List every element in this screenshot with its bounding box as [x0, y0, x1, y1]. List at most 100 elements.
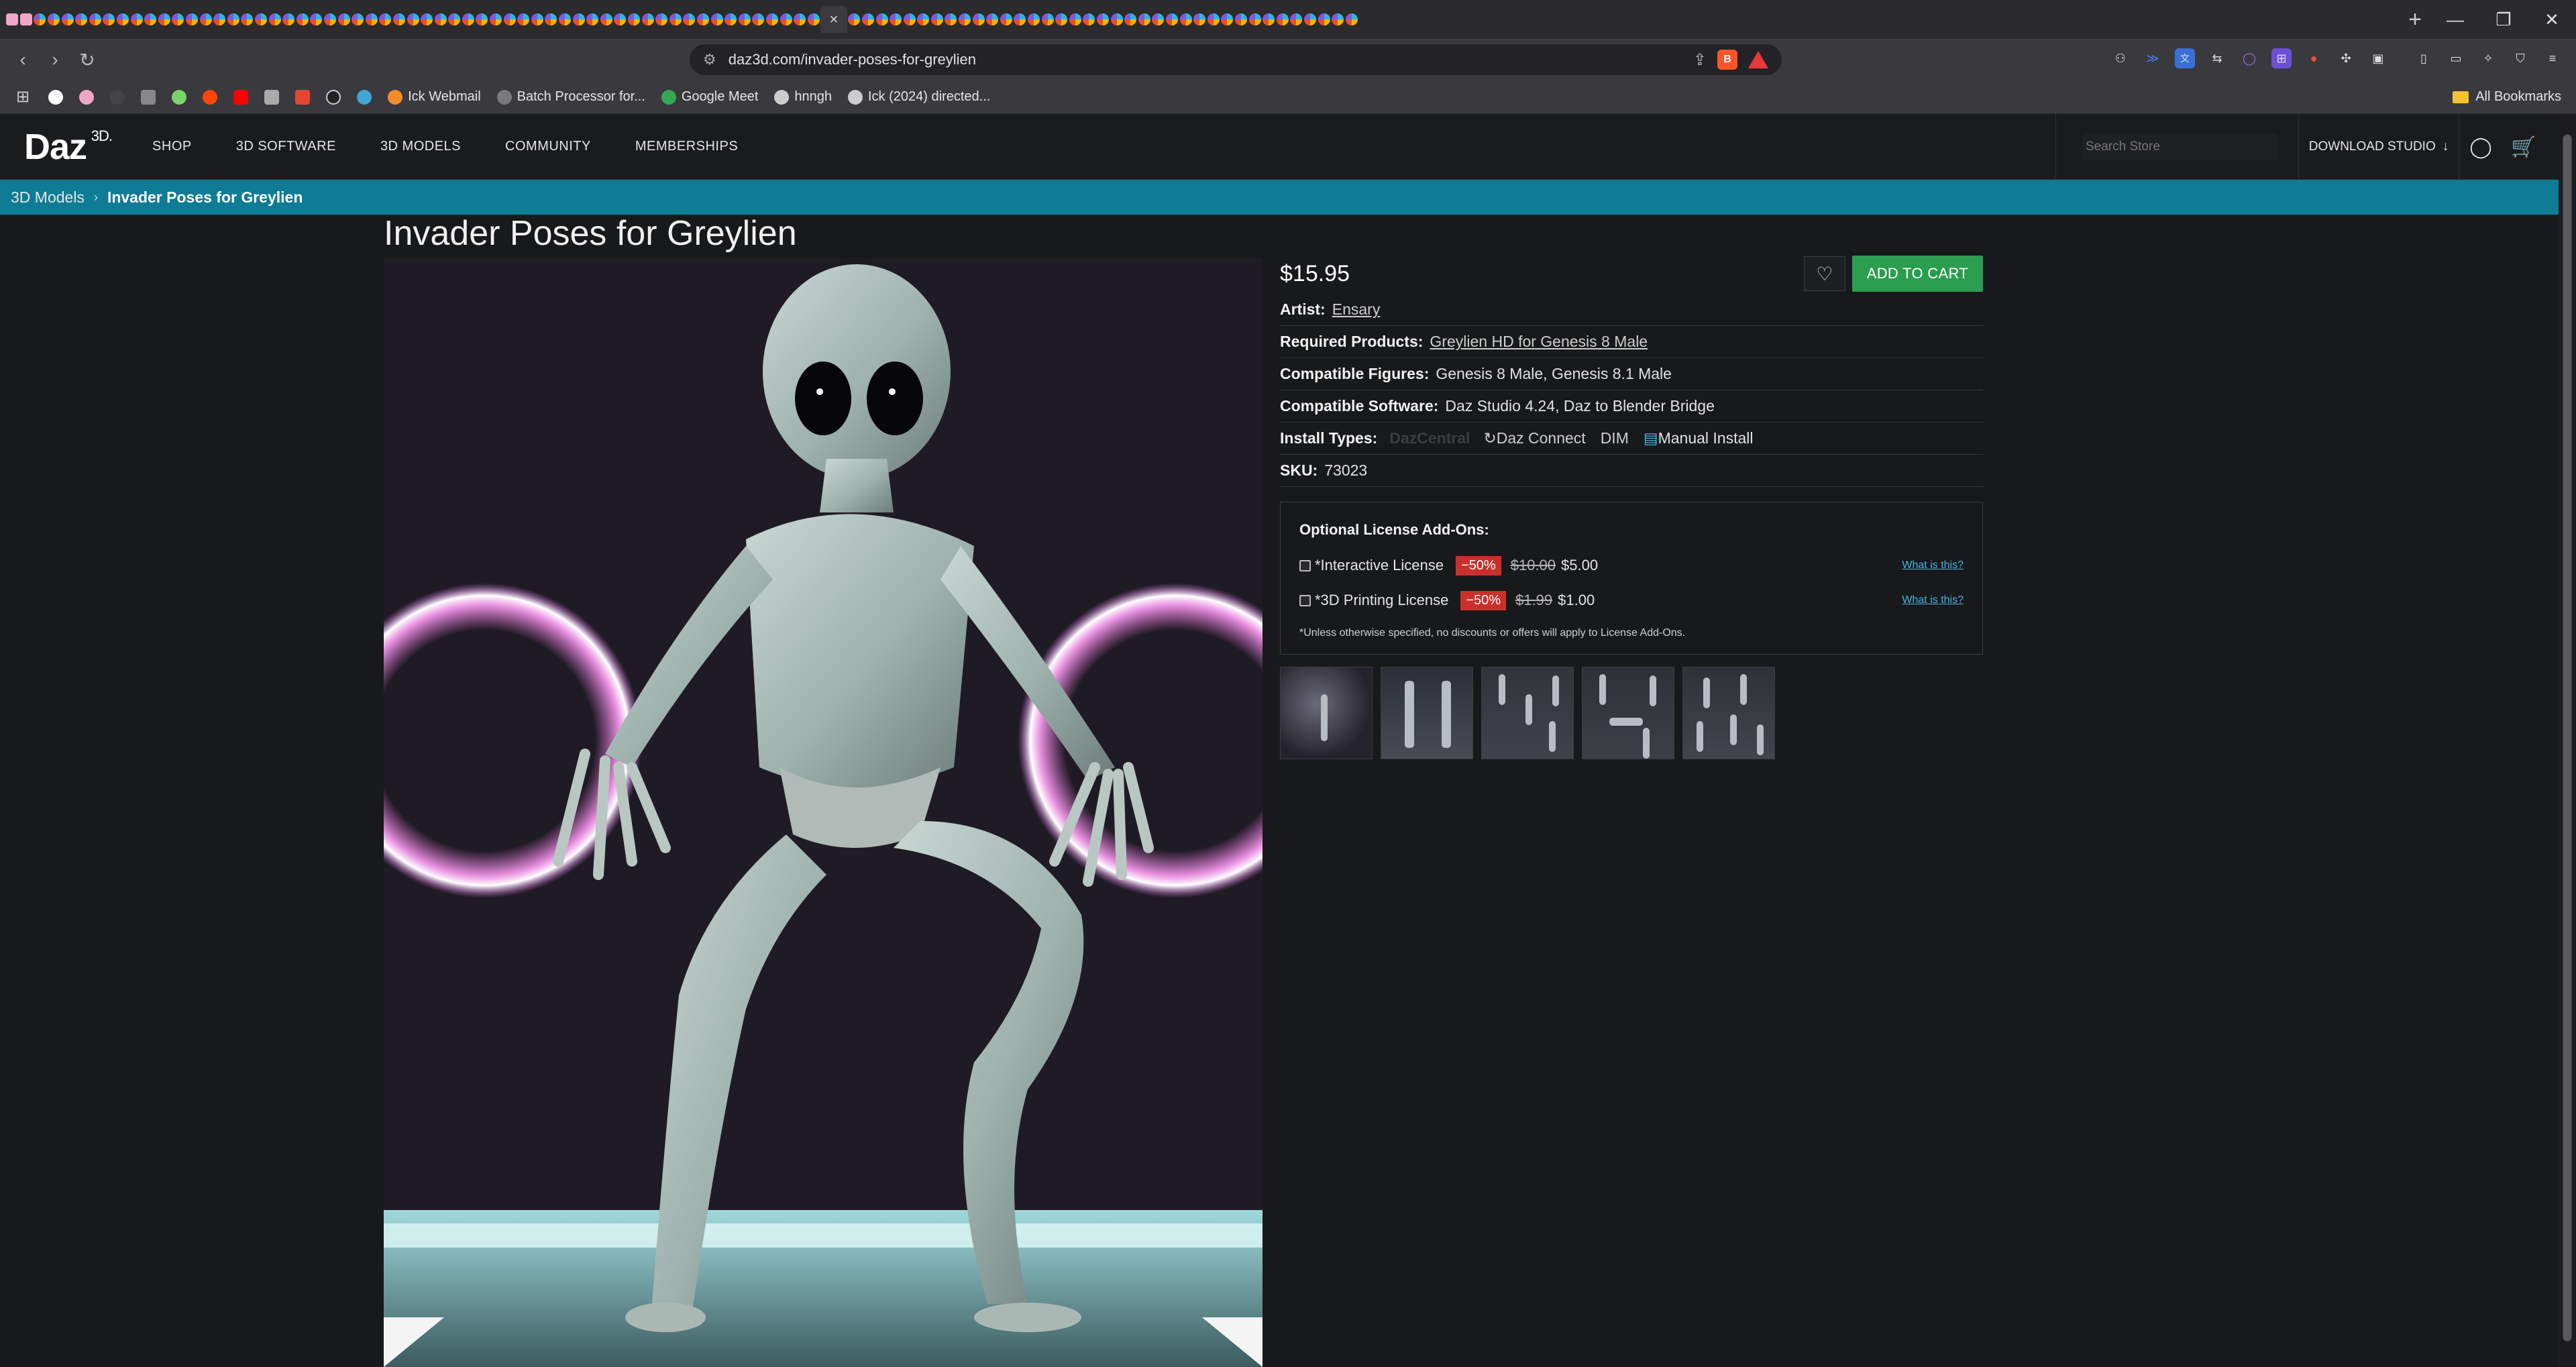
active-tab[interactable]: ×: [820, 6, 848, 33]
back-button[interactable]: ‹: [7, 44, 39, 76]
browser-tab[interactable]: [47, 6, 61, 33]
browser-tab[interactable]: [309, 6, 323, 33]
browser-tab[interactable]: [268, 6, 282, 33]
tab-close-icon[interactable]: ×: [830, 11, 839, 28]
browser-tab[interactable]: [240, 6, 254, 33]
browser-tab[interactable]: [323, 6, 337, 33]
bookmark-favicon[interactable]: [79, 89, 95, 105]
browser-tab[interactable]: [669, 6, 683, 33]
browser-tab[interactable]: [958, 6, 972, 33]
thumbnail-1[interactable]: [1280, 667, 1373, 759]
browser-tab[interactable]: [433, 6, 447, 33]
reload-button[interactable]: ↻: [71, 44, 103, 76]
browser-tab[interactable]: [930, 6, 945, 33]
browser-tab[interactable]: [254, 6, 268, 33]
browser-tab[interactable]: [600, 6, 614, 33]
wallet-icon[interactable]: ▭: [2446, 48, 2466, 68]
browser-tab[interactable]: [5, 6, 19, 33]
browser-tab[interactable]: [1151, 6, 1165, 33]
browser-tab[interactable]: [1331, 6, 1345, 33]
browser-tab[interactable]: [710, 6, 724, 33]
bookmark-item[interactable]: Ick (2024) directed...: [848, 89, 990, 105]
extension-icon[interactable]: ◯: [2239, 48, 2259, 68]
bookmark-favicon[interactable]: [264, 89, 280, 105]
browser-tab[interactable]: [971, 6, 985, 33]
add-to-cart-button[interactable]: ADD TO CART: [1851, 256, 1983, 292]
bookmark-favicon[interactable]: [48, 89, 64, 105]
browser-tab[interactable]: [517, 6, 531, 33]
sidebar-icon[interactable]: ▯: [2414, 48, 2434, 68]
browser-tab[interactable]: [1040, 6, 1055, 33]
browser-tab[interactable]: [406, 6, 420, 33]
bookmark-item[interactable]: hnngh: [774, 89, 832, 105]
browser-tab[interactable]: [696, 6, 710, 33]
vpn-icon[interactable]: ⛉: [2510, 48, 2530, 68]
download-studio-button[interactable]: DOWNLOAD STUDIO ↓: [2298, 114, 2459, 180]
browser-tab[interactable]: [1000, 6, 1014, 33]
page-scrollbar[interactable]: [2559, 114, 2576, 1367]
browser-tab[interactable]: [337, 6, 351, 33]
apps-grid-icon[interactable]: ⊞: [16, 87, 30, 107]
browser-tab[interactable]: [489, 6, 503, 33]
browser-tab[interactable]: [144, 6, 158, 33]
browser-tab[interactable]: [1275, 6, 1289, 33]
extension-icon[interactable]: ⊞: [2271, 48, 2292, 68]
browser-tab[interactable]: [572, 6, 586, 33]
bookmark-favicon[interactable]: [141, 89, 156, 105]
extension-icon[interactable]: ▣: [2368, 48, 2388, 68]
browser-tab[interactable]: [102, 6, 116, 33]
extension-icon[interactable]: ⇆: [2207, 48, 2227, 68]
browser-tab[interactable]: [447, 6, 462, 33]
browser-tab[interactable]: [227, 6, 241, 33]
what-is-this-link[interactable]: What is this?: [1902, 594, 1964, 606]
reddit-icon[interactable]: [203, 89, 218, 105]
thumbnail-5[interactable]: [1682, 667, 1775, 759]
browser-tab[interactable]: [502, 6, 517, 33]
bookmark-item[interactable]: Ick Webmail: [388, 89, 481, 105]
product-main-image[interactable]: [384, 258, 1263, 1367]
browser-tab[interactable]: [116, 6, 130, 33]
browser-tab[interactable]: [944, 6, 958, 33]
minimize-button[interactable]: —: [2431, 0, 2479, 39]
forward-button[interactable]: ›: [39, 44, 71, 76]
bookmark-favicon[interactable]: [357, 89, 372, 105]
browser-tab[interactable]: [1013, 6, 1027, 33]
browser-tab[interactable]: [462, 6, 476, 33]
browser-tab[interactable]: [544, 6, 558, 33]
browser-tab[interactable]: [586, 6, 600, 33]
browser-tab[interactable]: [1289, 6, 1303, 33]
browser-tab[interactable]: [1248, 6, 1262, 33]
artist-link[interactable]: Ensary: [1332, 300, 1381, 319]
breadcrumb-3d-models[interactable]: 3D Models: [11, 188, 85, 207]
bookmark-item[interactable]: Batch Processor for...: [496, 89, 645, 105]
browser-tab[interactable]: [765, 6, 780, 33]
browser-tab[interactable]: [74, 6, 89, 33]
browser-tab[interactable]: [1110, 6, 1124, 33]
browser-tab[interactable]: [779, 6, 793, 33]
browser-tab[interactable]: [806, 6, 820, 33]
bookmark-favicon[interactable]: [172, 89, 187, 105]
browser-tab[interactable]: [378, 6, 392, 33]
browser-tab[interactable]: [751, 6, 765, 33]
browser-tab[interactable]: [1220, 6, 1234, 33]
all-bookmarks-button[interactable]: All Bookmarks: [2453, 89, 2561, 105]
browser-tab[interactable]: [737, 6, 751, 33]
browser-tab[interactable]: [655, 6, 669, 33]
browser-tab[interactable]: [531, 6, 545, 33]
nav-community[interactable]: COMMUNITY: [505, 139, 591, 154]
bookmark-favicon[interactable]: [326, 89, 341, 105]
interactive-license-checkbox[interactable]: [1299, 559, 1311, 571]
browser-tab[interactable]: [916, 6, 930, 33]
browser-tab[interactable]: [60, 6, 74, 33]
required-product-link[interactable]: Greylien HD for Genesis 8 Male: [1430, 333, 1648, 351]
browser-tab[interactable]: [902, 6, 916, 33]
thumbnail-3[interactable]: [1481, 667, 1574, 759]
puzzle-icon[interactable]: ✣: [2336, 48, 2356, 68]
scrollbar-thumb[interactable]: [2563, 134, 2572, 1342]
browser-tab[interactable]: [213, 6, 227, 33]
browser-tab[interactable]: [171, 6, 185, 33]
browser-tab[interactable]: [282, 6, 296, 33]
browser-tab[interactable]: [682, 6, 696, 33]
nav-3d-models[interactable]: 3D MODELS: [380, 139, 461, 154]
brave-shields-icon[interactable]: B: [1717, 50, 1737, 70]
